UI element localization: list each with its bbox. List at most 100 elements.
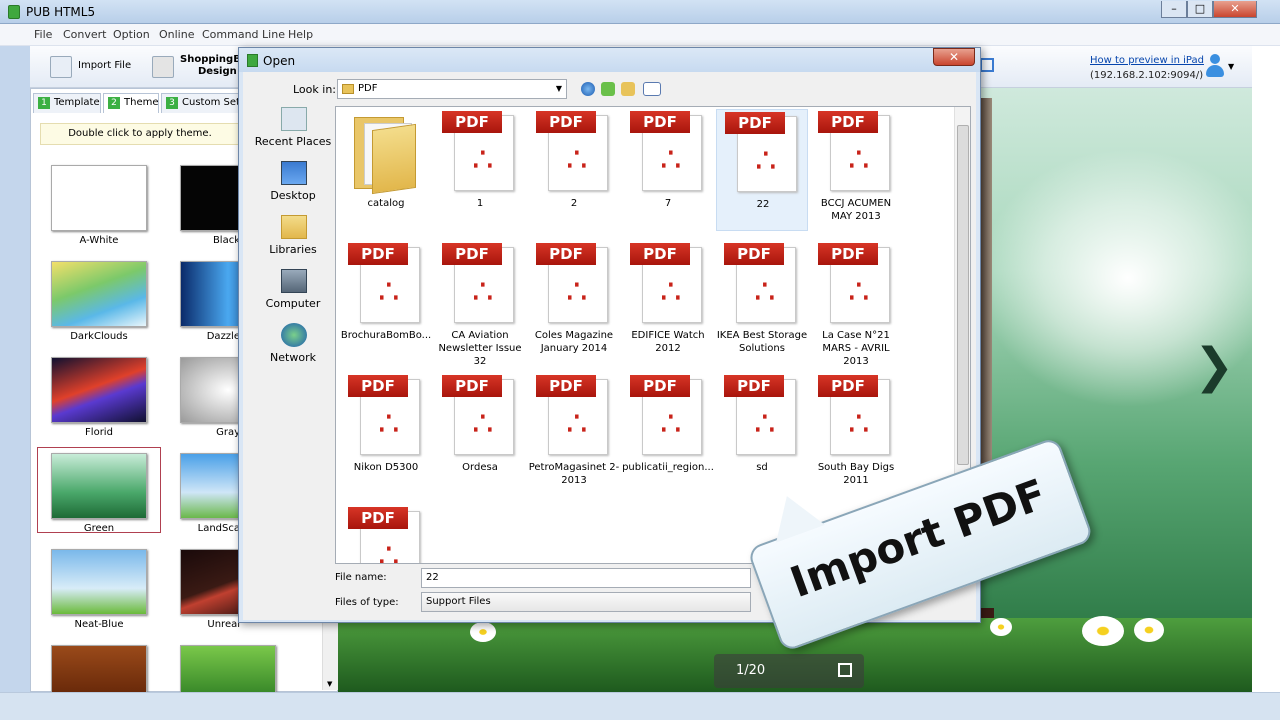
pdf-file-item[interactable]: PDF ∴ IKEA Best Storage Solutions — [716, 241, 808, 363]
pdf-file-icon: PDF ∴ — [442, 243, 518, 323]
pdf-file-item[interactable]: PDF ∴ Nikon D5300 — [340, 373, 432, 495]
pdf-file-icon: PDF ∴ — [724, 243, 800, 323]
theme-thumb-leaf[interactable] — [180, 645, 276, 693]
file-type-select[interactable]: Support Files — [421, 592, 751, 612]
theme-label-dazzle: Dazzle — [206, 331, 240, 342]
grid-icon[interactable] — [980, 58, 994, 72]
import-file-icon — [50, 56, 72, 78]
preview-ip-address: (192.168.2.102:9094/) — [1090, 70, 1204, 81]
tab-template[interactable]: 1 Template — [33, 93, 101, 113]
place-recent-places[interactable]: Recent Places — [251, 105, 335, 157]
shopping-label: ShoppingB Design — [180, 54, 241, 78]
pdf-file-item[interactable]: PDF ∴ La Case N°21 MARS - AVRIL 2013 — [810, 241, 902, 367]
pdf-file-item[interactable]: PDF ∴ 2 — [528, 109, 620, 231]
place-computer[interactable]: Computer — [251, 267, 335, 319]
theme-thumb-wood[interactable] — [51, 645, 147, 693]
fullscreen-icon[interactable] — [838, 663, 852, 677]
pdf-file-icon: PDF ∴ — [725, 112, 801, 192]
file-name: sd — [756, 462, 768, 473]
user-icon[interactable] — [1206, 54, 1224, 78]
pdf-badge: PDF — [536, 243, 596, 265]
page-indicator: 1/20 — [736, 663, 766, 678]
shopping-design-button[interactable]: ShoppingB Design — [152, 50, 242, 84]
daisy-icon — [990, 618, 1012, 636]
shopping-label-line2: Design — [198, 66, 237, 77]
theme-label-florid: Florid — [85, 427, 113, 438]
place-network[interactable]: Network — [251, 321, 335, 373]
file-name-input[interactable]: 22 — [421, 568, 751, 588]
pdf-file-item[interactable]: PDF ∴ BrochuraBomBo... — [340, 241, 432, 363]
scroll-down-arrow[interactable]: ▼ — [327, 680, 332, 688]
chevron-down-icon[interactable]: ▼ — [1228, 62, 1234, 71]
next-page-arrow[interactable]: ❯ — [1194, 338, 1234, 394]
left-frame — [0, 46, 30, 720]
pdf-badge: PDF — [442, 375, 502, 397]
dialog-close-button[interactable]: ✕ — [933, 48, 975, 66]
menu-command-line[interactable]: Command Line — [202, 28, 285, 41]
back-icon[interactable] — [581, 82, 595, 96]
pdf-file-icon: PDF ∴ — [536, 243, 612, 323]
theme-label-green: Green — [83, 523, 115, 534]
pdf-badge: PDF — [442, 111, 502, 133]
menu-file[interactable]: File — [34, 28, 52, 41]
preview-ipad-link[interactable]: How to preview in iPad — [1090, 55, 1204, 66]
place-desktop[interactable]: Desktop — [251, 159, 335, 211]
pdf-file-item[interactable]: PDF ∴ 7 — [622, 109, 714, 231]
pdf-file-icon: PDF ∴ — [442, 111, 518, 191]
menu-help[interactable]: Help — [288, 28, 313, 41]
close-button[interactable]: ✕ — [1213, 1, 1257, 18]
pdf-file-item[interactable]: PDF ∴ publicatii_region... — [622, 373, 714, 495]
tab-template-label: Template — [54, 97, 100, 108]
pdf-badge: PDF — [724, 375, 784, 397]
minimize-button[interactable]: – — [1161, 1, 1187, 18]
theme-thumb-neat-blue[interactable] — [51, 549, 147, 615]
look-in-value: PDF — [358, 83, 378, 94]
theme-thumb-darkclouds[interactable] — [51, 261, 147, 327]
file-name: CA Aviation Newsletter Issue 32 — [438, 330, 522, 367]
pdf-file-icon: PDF ∴ — [630, 111, 706, 191]
file-type-label: Files of type: — [335, 597, 399, 608]
folder-icon — [354, 111, 418, 195]
maximize-button[interactable]: □ — [1187, 1, 1213, 18]
pdf-file-item[interactable]: PDF ∴ Ordesa — [434, 373, 526, 495]
new-folder-icon[interactable] — [621, 82, 635, 96]
place-libraries[interactable]: Libraries — [251, 213, 335, 265]
place-label: Libraries — [269, 243, 317, 256]
pdf-badge: PDF — [630, 375, 690, 397]
import-file-button[interactable]: Import File — [50, 50, 134, 84]
pdf-file-icon: PDF ∴ — [442, 375, 518, 455]
folder-icon — [342, 84, 354, 94]
up-folder-icon[interactable] — [601, 82, 615, 96]
menu-online[interactable]: Online — [159, 28, 194, 41]
scrollbar-thumb[interactable] — [957, 125, 969, 465]
tab-theme[interactable]: 2 Theme — [103, 93, 159, 113]
theme-label-neat-blue: Neat-Blue — [74, 619, 124, 630]
pdf-file-item[interactable]: PDF ∴ PetroMagasinet 2-2013 — [528, 373, 620, 495]
look-in-select[interactable]: PDF ▼ — [337, 79, 567, 99]
menu-option[interactable]: Option — [113, 28, 150, 41]
file-name: publicatii_region... — [622, 462, 714, 473]
theme-thumb-green[interactable] — [51, 453, 147, 519]
daisy-icon — [1082, 616, 1124, 646]
theme-thumb-a-white[interactable] — [51, 165, 147, 231]
pdf-file-item[interactable]: PDF ∴ 1 — [434, 109, 526, 231]
view-menu-icon[interactable] — [643, 82, 661, 96]
theme-label-unreal: Unreal — [207, 619, 240, 630]
folder-item[interactable]: catalog — [340, 109, 432, 231]
theme-hint: Double click to apply theme. — [40, 123, 240, 145]
pdf-file-item[interactable]: PDF ∴ EDIFICE Watch 2012 — [622, 241, 714, 363]
pdf-file-item[interactable]: PDF ∴ — [340, 505, 432, 563]
dialog-logo-icon — [247, 54, 258, 67]
pdf-file-item[interactable]: PDF ∴ 22 — [716, 109, 808, 231]
pdf-file-item[interactable]: PDF ∴ BCCJ ACUMEN MAY 2013 — [810, 109, 902, 231]
tab-theme-label: Theme — [124, 97, 159, 108]
place-label: Recent Places — [254, 135, 332, 148]
tab-custom-label: Custom Sett — [182, 97, 239, 108]
pdf-file-item[interactable]: PDF ∴ Coles Magazine January 2014 — [528, 241, 620, 363]
file-name: Nikon D5300 — [353, 462, 419, 473]
tab-custom-settings[interactable]: 3 Custom Sett — [161, 93, 239, 113]
pdf-file-item[interactable]: PDF ∴ CA Aviation Newsletter Issue 32 — [434, 241, 526, 367]
pdf-file-item[interactable]: PDF ∴ sd — [716, 373, 808, 495]
theme-thumb-florid[interactable] — [51, 357, 147, 423]
menu-convert[interactable]: Convert — [63, 28, 107, 41]
